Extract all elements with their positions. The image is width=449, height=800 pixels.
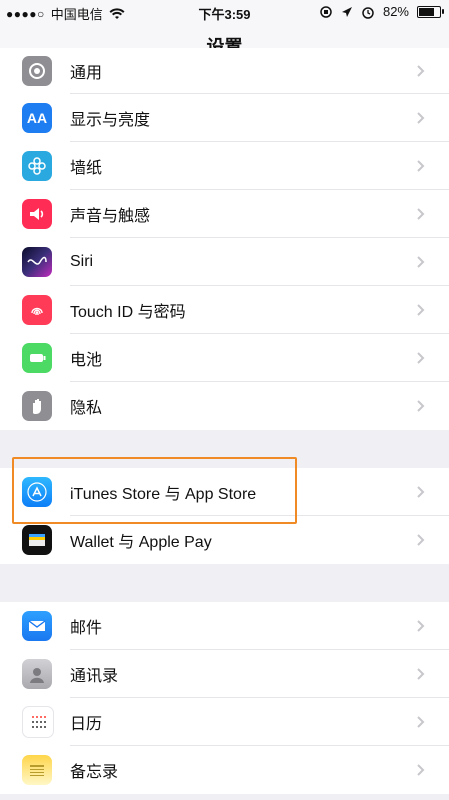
settings-item-siri[interactable]: Siri (0, 238, 449, 286)
chevron-right-icon (417, 486, 425, 498)
settings-item-notes[interactable]: 备忘录 (0, 746, 449, 794)
notes-icon (22, 755, 52, 785)
chevron-right-icon (417, 256, 425, 268)
settings-item-label: 隐私 (70, 400, 103, 417)
settings-item-label: 邮件 (70, 620, 103, 637)
chevron-right-icon (417, 400, 425, 412)
settings-item-label: 日历 (70, 716, 103, 733)
chevron-right-icon (417, 716, 425, 728)
chevron-right-icon (417, 620, 425, 632)
app-store-icon (22, 477, 52, 507)
settings-item-label: 备忘录 (70, 764, 119, 781)
fingerprint-icon (22, 295, 52, 325)
settings-item-label: 显示与亮度 (70, 112, 151, 129)
chevron-right-icon (417, 208, 425, 220)
settings-item-wallet-apple-pay[interactable]: Wallet 与 Apple Pay (0, 516, 449, 564)
contacts-icon (22, 659, 52, 689)
wallpaper-icon (22, 151, 52, 181)
settings-item-label: 墙纸 (70, 160, 103, 177)
settings-item-privacy[interactable]: 隐私 (0, 382, 449, 430)
settings-group-stores: iTunes Store 与 App Store Wallet 与 Apple … (0, 468, 449, 564)
calendar-icon (22, 706, 54, 738)
location-icon (341, 6, 352, 17)
settings-item-itunes-app-store[interactable]: iTunes Store 与 App Store (0, 468, 449, 516)
hand-icon (22, 391, 52, 421)
mail-icon (22, 611, 52, 641)
display-icon: AA (22, 103, 52, 133)
settings-item-general[interactable]: 通用 (0, 48, 449, 94)
display-icon-glyph: AA (26, 110, 48, 126)
gear-icon (22, 56, 52, 86)
chevron-right-icon (417, 65, 425, 77)
settings-item-touch-id[interactable]: Touch ID 与密码 (0, 286, 449, 334)
orientation-lock-icon (320, 5, 332, 18)
chevron-right-icon (417, 668, 425, 680)
settings-item-label: 电池 (70, 352, 103, 369)
chevron-right-icon (417, 160, 425, 172)
settings-item-label: 通用 (70, 65, 103, 82)
settings-item-label: Siri (70, 253, 94, 270)
sound-icon (22, 199, 52, 229)
chevron-right-icon (417, 304, 425, 316)
battery-indicator (417, 5, 444, 18)
settings-item-label: 声音与触感 (70, 208, 151, 225)
chevron-right-icon (417, 112, 425, 124)
chevron-right-icon (417, 352, 425, 364)
status-bar: ●●●●○ 中国电信 下午3:59 82% (0, 0, 449, 24)
battery-percent: 82% (382, 4, 409, 19)
settings-item-sound-haptics[interactable]: 声音与触感 (0, 190, 449, 238)
settings-item-display-brightness[interactable]: AA 显示与亮度 (0, 94, 449, 142)
settings-item-contacts[interactable]: 通讯录 (0, 650, 449, 698)
settings-item-calendar[interactable]: 日历 (0, 698, 449, 746)
alarm-icon (362, 6, 374, 19)
battery-level-fill (419, 7, 434, 16)
settings-item-battery[interactable]: 电池 (0, 334, 449, 382)
settings-item-wallpaper[interactable]: 墙纸 (0, 142, 449, 190)
battery-icon (22, 343, 52, 373)
settings-group-general: 通用 AA 显示与亮度 墙纸 声音与触感 Siri Touch ID 与密码 电… (0, 48, 449, 430)
settings-item-mail[interactable]: 邮件 (0, 602, 449, 650)
settings-item-label: Wallet 与 Apple Pay (70, 534, 212, 551)
chevron-right-icon (417, 764, 425, 776)
settings-item-label: iTunes Store 与 App Store (70, 486, 257, 503)
settings-item-label: Touch ID 与密码 (70, 304, 186, 321)
wallet-icon (22, 525, 52, 555)
chevron-right-icon (417, 534, 425, 546)
settings-group-apps: 邮件 通讯录 日历 备忘录 (0, 602, 449, 794)
status-right: 82% (319, 4, 444, 19)
settings-item-label: 通讯录 (70, 668, 119, 685)
siri-icon (22, 247, 52, 277)
